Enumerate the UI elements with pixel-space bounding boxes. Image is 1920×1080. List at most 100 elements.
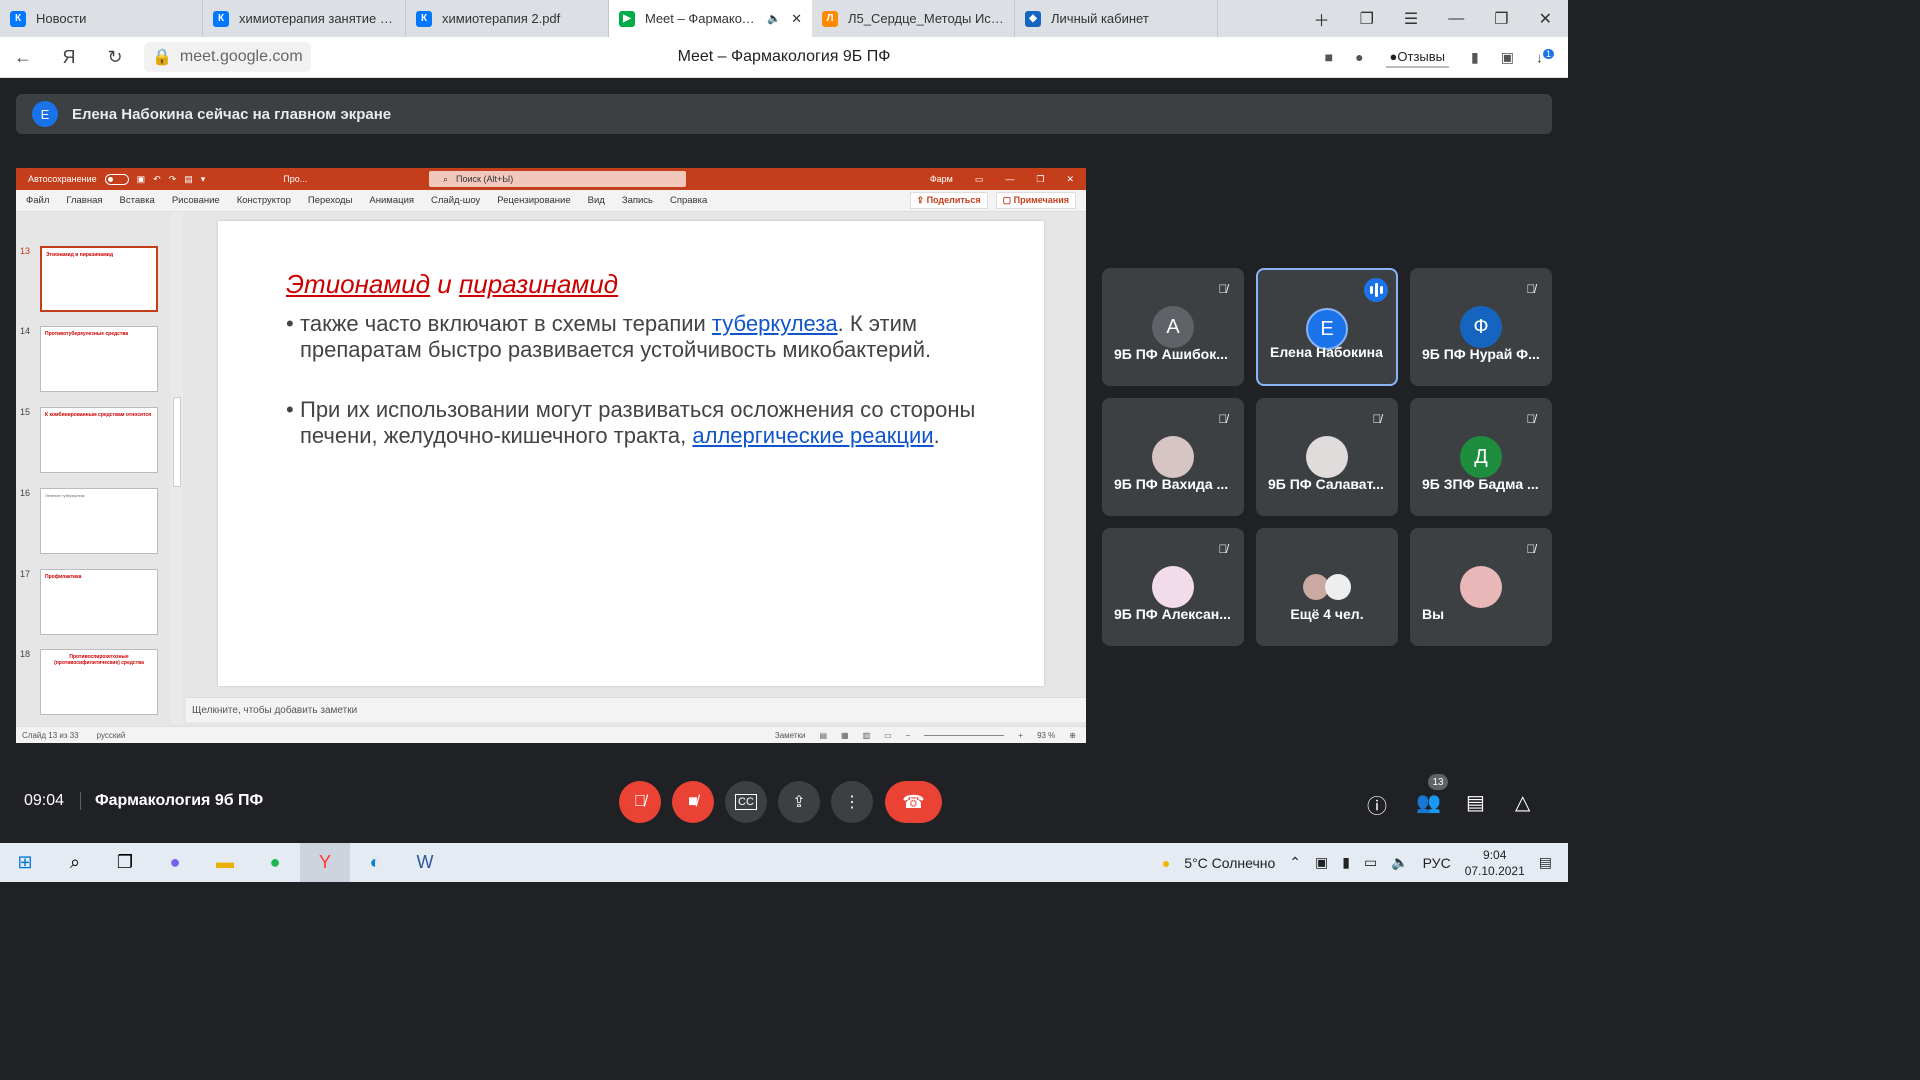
tuberculosis-link[interactable]: туберкулеза — [712, 311, 838, 336]
minimize-icon[interactable]: — — [1448, 10, 1464, 28]
ribbon-tab-slideshow[interactable]: Слайд-шоу — [431, 195, 480, 206]
people-icon[interactable]: 👥 — [1416, 790, 1441, 815]
slide-thumb[interactable]: 16 Лечение туберкулеза — [20, 488, 170, 558]
language-label[interactable]: русский — [97, 731, 126, 740]
ribbon-tab-file[interactable]: Файл — [26, 195, 49, 206]
bookmark-icon[interactable]: ▮ — [1471, 49, 1479, 66]
slide-thumb[interactable]: 13 Этионамид и пиразинамид — [20, 246, 170, 316]
ribbon-tab-help[interactable]: Справка — [670, 195, 707, 206]
close-window-icon[interactable]: ✕ — [1539, 9, 1552, 29]
self-tile[interactable]: 🎙̸ Вы — [1410, 528, 1552, 646]
user-name[interactable]: Фарм — [930, 174, 953, 184]
slideshow-view-icon[interactable]: ▭ — [884, 731, 892, 740]
camera-toggle-button[interactable]: ■̸ — [672, 781, 714, 823]
participant-tile[interactable]: 🎙̸ 9Б ПФ Алексан... — [1102, 528, 1244, 646]
search-icon[interactable]: ⌕ — [50, 843, 100, 882]
participant-tile[interactable]: Е Елена Набокина — [1256, 268, 1398, 386]
camera-icon[interactable]: ■ — [1325, 49, 1333, 65]
doc-name[interactable]: Про... — [283, 174, 307, 184]
redo-icon[interactable]: ↷ — [169, 174, 177, 185]
participant-tile[interactable]: 🎙̸ Ф 9Б ПФ Нурай Ф... — [1410, 268, 1552, 386]
menu-icon[interactable]: ☰ — [1404, 9, 1418, 29]
ribbon-tab-transitions[interactable]: Переходы — [308, 195, 353, 206]
input-language[interactable]: РУС — [1423, 855, 1451, 871]
tab-news[interactable]: К Новости — [0, 0, 203, 37]
yandex-icon[interactable]: Я — [46, 47, 92, 68]
word-icon[interactable]: W — [400, 843, 450, 882]
sorter-view-icon[interactable]: ▦ — [841, 731, 849, 740]
download-icon[interactable]: ↓ 1 — [1536, 48, 1554, 65]
thumbnail-scrollbar[interactable] — [171, 212, 183, 724]
present-button[interactable]: ⇪ — [778, 781, 820, 823]
zoom-level[interactable]: 93 % — [1037, 731, 1055, 740]
comments-button[interactable]: ▢ Примечания — [995, 192, 1076, 209]
windows-start-icon[interactable]: ⊞ — [0, 843, 50, 882]
ppt-close-icon[interactable]: ✕ — [1066, 174, 1074, 185]
ribbon-tab-record[interactable]: Запись — [622, 195, 653, 206]
ribbon-tab-home[interactable]: Главная — [66, 195, 102, 206]
participant-tile[interactable]: 🎙̸ 9Б ПФ Салават... — [1256, 398, 1398, 516]
ribbon-display-icon[interactable]: ▭ — [975, 174, 984, 185]
ribbon-tab-design[interactable]: Конструктор — [237, 195, 291, 206]
more-participants-tile[interactable]: Ещё 4 чел. — [1256, 528, 1398, 646]
ribbon-tab-draw[interactable]: Рисование — [172, 195, 220, 206]
collections-icon[interactable]: ❐ — [1360, 9, 1374, 29]
network-icon[interactable]: ▭ — [1364, 854, 1377, 871]
reading-view-icon[interactable]: ▥ — [863, 731, 871, 740]
present-icon[interactable]: ▤ — [184, 174, 193, 185]
back-icon[interactable]: ← — [0, 47, 46, 68]
alice-icon[interactable]: ● — [150, 843, 200, 882]
tab-heart[interactable]: ЛЛ5_Сердце_Методы Исследования — [812, 0, 1015, 37]
chat-icon[interactable]: ▤ — [1466, 790, 1485, 815]
autosave-toggle[interactable] — [104, 173, 129, 185]
current-slide[interactable]: Этионамид и пиразинамид также часто вклю… — [218, 221, 1044, 686]
task-view-icon[interactable]: ❐ — [100, 843, 150, 882]
file-explorer-icon[interactable]: ▬ — [200, 843, 250, 882]
slide-thumb[interactable]: 17 Профилактика — [20, 569, 170, 639]
zoom-slider[interactable] — [924, 734, 1005, 736]
more-options-button[interactable]: ⋮ — [831, 781, 873, 823]
allergic-link[interactable]: аллергические реакции — [692, 423, 933, 448]
tab-meet[interactable]: ▶Meet – Фармакология 9Б ПФ🔈✕ — [609, 0, 812, 37]
participant-tile[interactable]: 🎙̸ Д 9Б ЗПФ Бадма ... — [1410, 398, 1552, 516]
zoom-out-icon[interactable]: − — [906, 731, 911, 740]
datetime[interactable]: 9:04 07.10.2021 — [1465, 847, 1525, 879]
leave-call-button[interactable]: ☎ — [885, 781, 942, 823]
speaker-icon[interactable]: 🔈 — [767, 12, 781, 25]
spotify-icon[interactable]: ● — [250, 843, 300, 882]
reload-icon[interactable]: ↻ — [92, 47, 138, 68]
share-button[interactable]: ⇪ Поделиться — [909, 192, 988, 209]
ppt-minimize-icon[interactable]: — — [1005, 174, 1014, 184]
feedback-button[interactable]: ●Отзывы — [1385, 46, 1450, 68]
tab-chemo-1[interactable]: Кхимиотерапия занятие 1.pdf — [203, 0, 406, 37]
normal-view-icon[interactable]: ▤ — [819, 731, 827, 740]
edge-icon[interactable]: ◐ — [350, 843, 400, 882]
ribbon-tab-animation[interactable]: Анимация — [369, 195, 414, 206]
slide-thumb[interactable]: 14 Противотуберкулезные средства — [20, 326, 170, 396]
slide-thumb[interactable]: 18 Противоспирохетозные (противосифилитич… — [20, 649, 170, 719]
close-tab-icon[interactable]: ✕ — [791, 11, 802, 27]
save-icon[interactable]: ▣ — [137, 174, 146, 185]
zoom-in-icon[interactable]: + — [1018, 731, 1023, 740]
mic-toggle-button[interactable]: 🎙̸ — [619, 781, 661, 823]
mic-icon[interactable]: ● — [1355, 49, 1363, 65]
participant-tile[interactable]: 🎙̸ А 9Б ПФ Ашибок... — [1102, 268, 1244, 386]
tab-cabinet[interactable]: ◆ Личный кабинет — [1015, 0, 1218, 37]
scrollbar-thumb[interactable] — [173, 397, 181, 487]
weather-icon[interactable]: ● — [1162, 855, 1170, 871]
notifications-icon[interactable]: ▤ — [1539, 854, 1552, 871]
url-field[interactable]: 🔒 meet.google.com — [144, 42, 311, 72]
ribbon-tab-view[interactable]: Вид — [588, 195, 605, 206]
fit-icon[interactable]: ⊕ — [1069, 731, 1076, 740]
tab-chemo-2[interactable]: Кхимиотерапия 2.pdf — [406, 0, 609, 37]
weather-text[interactable]: 5°C Солнечно — [1184, 855, 1275, 871]
camera-tray-icon[interactable]: ▣ — [1315, 854, 1328, 871]
tray-chevron-icon[interactable]: ⌃ — [1289, 854, 1301, 871]
yandex-browser-icon[interactable]: Y — [300, 843, 350, 882]
mic-tray-icon[interactable]: ▮ — [1342, 854, 1350, 871]
participant-tile[interactable]: 🎙̸ 9Б ПФ Вахида ... — [1102, 398, 1244, 516]
ribbon-tab-insert[interactable]: Вставка — [120, 195, 155, 206]
volume-icon[interactable]: 🔈 — [1391, 854, 1408, 871]
new-tab-icon[interactable]: ＋ — [1314, 7, 1330, 31]
ppt-maximize-icon[interactable]: ❐ — [1036, 174, 1044, 185]
